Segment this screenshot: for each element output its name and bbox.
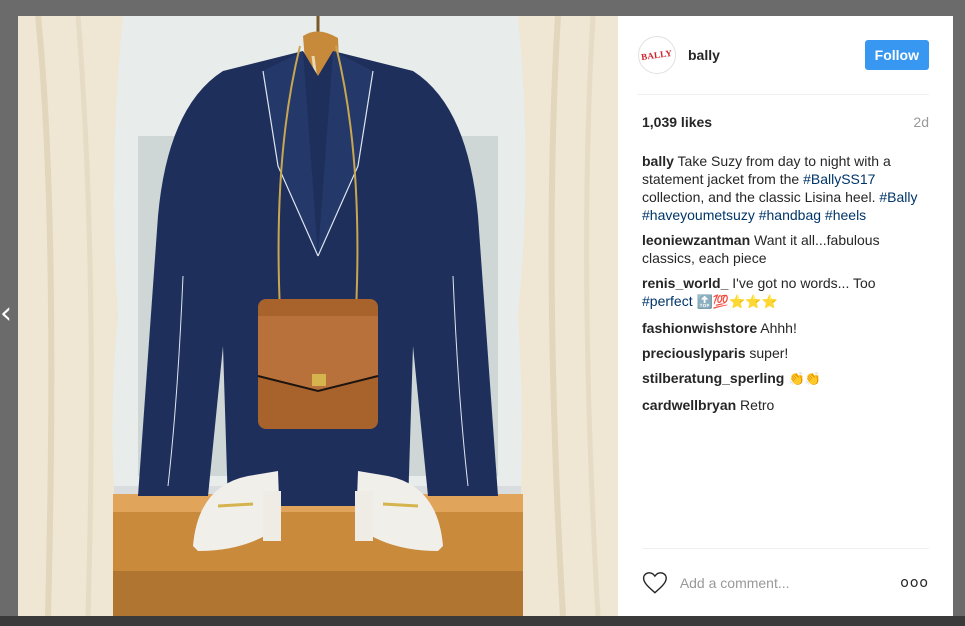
- avatar[interactable]: BALLY: [638, 36, 676, 74]
- post-modal: BALLY bally Follow 1,039 likes 2d bally …: [18, 16, 953, 616]
- hashtag-link[interactable]: #Bally: [879, 189, 917, 205]
- comment-text: I've got no words... Too: [728, 275, 876, 291]
- post-photo-illustration: [18, 16, 618, 616]
- post-photo[interactable]: [18, 16, 618, 616]
- comment-item: leoniewzantman Want it all...fabulous cl…: [642, 231, 929, 267]
- follow-button[interactable]: Follow: [864, 40, 929, 70]
- heart-like-icon[interactable]: [642, 571, 668, 595]
- post-time[interactable]: 2d: [913, 114, 929, 130]
- likes-count[interactable]: 1,039 likes: [642, 114, 712, 130]
- hashtag-link[interactable]: #perfect: [642, 293, 693, 309]
- backdrop-strip: [0, 616, 965, 626]
- clapping-emoji-text: 👏👏: [784, 372, 821, 387]
- avatar-logo-text: BALLY: [640, 47, 674, 63]
- post-sidebar: BALLY bally Follow 1,039 likes 2d bally …: [618, 16, 953, 616]
- add-comment-input[interactable]: [677, 574, 901, 592]
- comment-username[interactable]: fashionwishstore: [642, 320, 757, 336]
- comment-item: renis_world_ I've got no words... Too #p…: [642, 274, 929, 312]
- caption-username[interactable]: bally: [642, 153, 674, 169]
- comment-item: preciouslyparis super!: [642, 344, 929, 362]
- comment-text: super!: [745, 345, 789, 361]
- comment-username[interactable]: renis_world_: [642, 275, 728, 291]
- emoji-text: 🔝💯⭐⭐⭐: [692, 295, 778, 310]
- username-link[interactable]: bally: [688, 47, 720, 63]
- comment-username[interactable]: stilberatung_sperling: [642, 370, 784, 386]
- previous-post-arrow-icon[interactable]: ‹: [0, 296, 14, 332]
- hashtag-link[interactable]: #haveyoumetsuzy: [642, 207, 755, 223]
- hashtag-link[interactable]: #BallySS17: [803, 171, 875, 187]
- comment-item: cardwellbryan Retro: [642, 396, 929, 414]
- comment-username[interactable]: preciouslyparis: [642, 345, 746, 361]
- caption: bally Take Suzy from day to night with a…: [642, 152, 929, 224]
- comment-text: Ahhh!: [757, 320, 797, 336]
- hashtag-link[interactable]: #heels: [825, 207, 866, 223]
- comment-username[interactable]: leoniewzantman: [642, 232, 750, 248]
- caption-text: collection, and the classic Lisina heel.: [642, 189, 880, 205]
- hashtag-link[interactable]: #handbag: [759, 207, 821, 223]
- post-header: BALLY bally Follow: [638, 16, 929, 95]
- comment-username[interactable]: cardwellbryan: [642, 397, 736, 413]
- comments-list: bally Take Suzy from day to night with a…: [642, 152, 929, 421]
- more-options-icon[interactable]: ooo: [900, 575, 929, 591]
- comment-footer: ooo: [642, 548, 929, 617]
- comment-text: Retro: [736, 397, 775, 413]
- likes-row: 1,039 likes 2d: [642, 114, 929, 130]
- comment-item: stilberatung_sperling 👏👏: [642, 369, 929, 389]
- comment-item: fashionwishstore Ahhh!: [642, 319, 929, 337]
